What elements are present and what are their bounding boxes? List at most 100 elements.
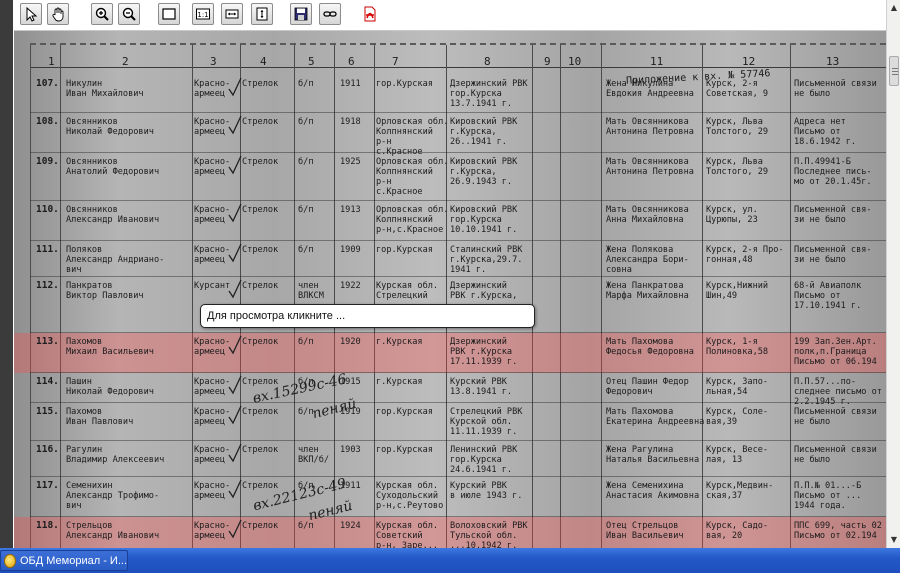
cell-year: 1922: [340, 281, 361, 291]
cell-relative: Мать Пахомова Федосья Федоровна: [606, 337, 694, 357]
windows-taskbar: ОБД Мемориал - И...: [0, 548, 900, 573]
cell-birth: гор.Курская: [376, 445, 433, 455]
cell-pos: Стрелок: [242, 407, 279, 417]
cell-name: Пахомов Иван Павлович: [66, 407, 134, 427]
cell-year: 1918: [340, 117, 361, 127]
cell-birth: Курская обл. Советский р-н, Заре...: [376, 521, 439, 548]
column-number-header: 5: [308, 55, 315, 68]
cell-relative: Жена Панкратова Марфа Михайловна: [606, 281, 689, 301]
cell-rank: Красно- армеец: [194, 79, 231, 99]
vertical-scrollbar[interactable]: ▲ ▼: [886, 0, 900, 548]
handwritten-check-mark: [228, 77, 242, 97]
cell-name: Рагулин Владимир Алексеевич: [66, 445, 165, 465]
cell-num: 117.: [36, 480, 59, 491]
cell-party: б/п: [298, 205, 314, 215]
column-number-header: 10: [568, 55, 582, 68]
table-row[interactable]: 116. Рагулин Владимир Алексеевич Красно- а…: [14, 441, 886, 477]
cell-rank: Красно- армеец: [194, 521, 231, 541]
save-button[interactable]: [290, 3, 312, 25]
taskbar-window-button[interactable]: ОБД Мемориал - И...: [0, 550, 128, 571]
cell-num: 109.: [36, 156, 59, 167]
zoom-in-button[interactable]: [91, 3, 113, 25]
column-number-header: 7: [392, 55, 399, 68]
column-number-header: 6: [348, 55, 355, 68]
cell-num: 115.: [36, 406, 59, 417]
fit-page-button[interactable]: [158, 3, 180, 25]
cell-birth: Курская обл. Стрелецкий: [376, 281, 439, 301]
table-row[interactable]: 114. Пашин Николай Федорович Красно- армее…: [14, 373, 886, 407]
column-number-header: 8: [484, 55, 491, 68]
cell-note: 199 Зап.Зен.Арт. полк,п.Граница Письмо о…: [794, 337, 877, 367]
cell-note: Адреса нет Письмо от 18.6.1942 г.: [794, 117, 857, 147]
table-row[interactable]: 118. Стрельцов Александр Иванович Красно- …: [14, 517, 886, 548]
arrow-pointer-icon: [26, 6, 38, 22]
table-row[interactable]: 108. Овсянников Николай Федорович Красно- …: [14, 113, 886, 157]
cell-party: б/п: [298, 117, 314, 127]
handwritten-check-mark: [228, 155, 242, 175]
cell-pos: Стрелок: [242, 481, 279, 491]
column-number-header: 9: [544, 55, 551, 68]
cell-pos: Стрелок: [242, 521, 279, 531]
table-row[interactable]: 117. Семенихин Александр Трофимо- вич Крас…: [14, 477, 886, 517]
cell-rvk: Дзержинский РВК г.Курска 17.11.1939 г.: [450, 337, 518, 367]
column-number-header: 4: [260, 55, 267, 68]
cell-address: Курск, 1-я Полиновка,58: [706, 337, 769, 357]
fit-height-button[interactable]: [251, 3, 273, 25]
viewer-toolbar: 1:1: [14, 0, 886, 31]
table-row[interactable]: 107. Никулин Иван Михайлович Красно- армее…: [14, 75, 886, 113]
table-row[interactable]: 113. Пахомов Михаил Васильевич Красно- арм…: [14, 333, 886, 373]
svg-text:1:1: 1:1: [197, 11, 208, 19]
table-row[interactable]: 111. Поляков Александр Андриано- вич Красн…: [14, 241, 886, 277]
cell-address: Курск, 2-я Советская, 9: [706, 79, 769, 99]
cell-name: Овсянников Александр Иванович: [66, 205, 160, 225]
column-number-header: 13: [826, 55, 840, 68]
cell-rvk: Кировский РВК г.Курска, 26..1941 г.: [450, 117, 518, 147]
cell-rank: Красно- армеец: [194, 445, 231, 465]
pointer-tool-button[interactable]: [20, 3, 42, 25]
cell-relative: Жена Полякова Александра Бори- совна: [606, 245, 689, 275]
table-row[interactable]: 109. Овсянников Анатолий Федорович Красно-…: [14, 153, 886, 201]
pdf-button[interactable]: [359, 3, 381, 25]
cell-relative: Мать Пахомова Екатерина Андреевна: [606, 407, 705, 427]
actual-size-button[interactable]: 1:1: [192, 3, 214, 25]
click-to-view-tooltip[interactable]: Для просмотра кликните ...: [200, 304, 535, 328]
table-row[interactable]: 115. Пахомов Иван Павлович Красно- армеец С…: [14, 403, 886, 441]
cell-birth: Курская обл. Суходольский р-н,с.Реутово: [376, 481, 444, 511]
cell-rank: Красно- армеец: [194, 245, 231, 265]
scroll-up-arrow-icon[interactable]: ▲: [888, 2, 900, 14]
cell-address: Курск, Запо- льная,54: [706, 377, 769, 397]
archival-document-scan: Приложение к вх. № 57746 1 2 3 4 5 6 7 8 9 10 11 12…: [14, 31, 886, 548]
cell-birth: гор.Курская: [376, 407, 433, 417]
cell-address: Курск, Весе- лая, 13: [706, 445, 769, 465]
fit-width-button[interactable]: [221, 3, 243, 25]
cell-pos: Стрелок: [242, 79, 279, 89]
handwritten-check-mark: [228, 519, 242, 539]
cell-name: Стрельцов Александр Иванович: [66, 521, 160, 541]
zoom-out-button[interactable]: [118, 3, 140, 25]
cell-year: 1909: [340, 245, 361, 255]
cell-birth: гор.Курская: [376, 79, 433, 89]
cell-year: 1925: [340, 157, 361, 167]
cell-address: Курск, 2-я Про- гонная,48: [706, 245, 784, 265]
cell-pos: Стрелок: [242, 281, 279, 291]
cell-relative: Жена Рагулина Наталья Васильевна: [606, 445, 700, 465]
cell-party: б/п: [298, 337, 314, 347]
cell-address: Курск, Соле- вая,39: [706, 407, 769, 427]
cell-num: 107.: [36, 78, 59, 89]
browser-app-icon: [4, 553, 16, 568]
scrollbar-thumb[interactable]: [889, 56, 899, 86]
cell-note: П.П.49941-Б Последнее пись- мо от 20.1.4…: [794, 157, 872, 187]
table-row[interactable]: 110. Овсянников Александр Иванович Красно-…: [14, 201, 886, 241]
cell-rvk: Волоховский РВК Тульской обл. ...10.1942…: [450, 521, 528, 548]
column-number-header: 2: [122, 55, 129, 68]
pan-tool-button[interactable]: [47, 3, 69, 25]
cell-address: Курск,Медвин- ская,37: [706, 481, 774, 501]
cell-rank: Красно- армеец: [194, 337, 231, 357]
link-button[interactable]: [319, 3, 341, 25]
cell-pos: Стрелок: [242, 205, 279, 215]
chain-link-icon: [323, 11, 337, 17]
scroll-down-arrow-icon[interactable]: ▼: [888, 534, 900, 546]
document-viewport[interactable]: Приложение к вх. № 57746 1 2 3 4 5 6 7 8 9 10 11 12…: [14, 31, 886, 548]
taskbar-window-title: ОБД Мемориал - И...: [19, 554, 127, 567]
cell-relative: Отец Стрельцов Иван Васильевич: [606, 521, 684, 541]
